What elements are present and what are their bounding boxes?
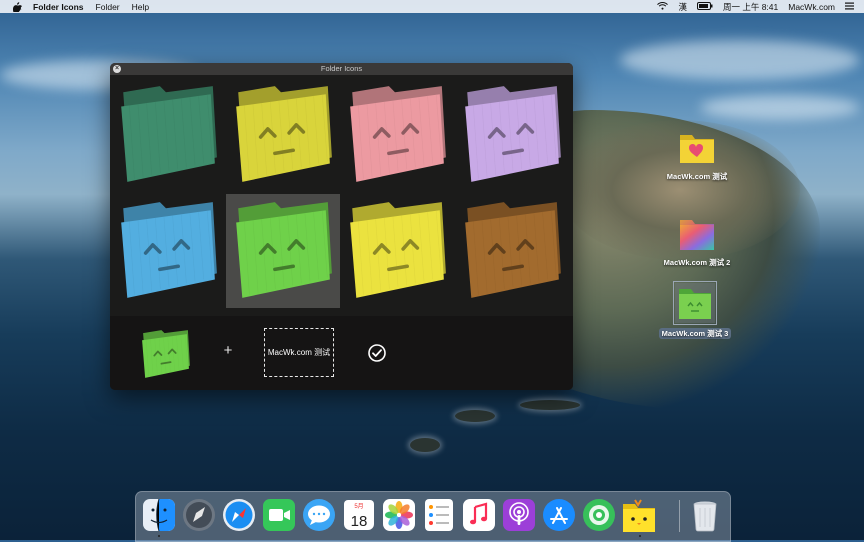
green-face-folder-icon xyxy=(673,281,717,325)
calendar-icon[interactable]: 5月 18 xyxy=(342,498,376,532)
folder-icon xyxy=(142,330,190,378)
menu-bar: Folder Icons Folder Help 漢 周一 上午 8:41 Ma… xyxy=(0,0,864,13)
calendar-month: 5月 xyxy=(354,503,363,510)
folder-style-option[interactable] xyxy=(455,194,569,308)
folder-icon xyxy=(235,86,332,182)
desktop-folder-2-label: MacWk.com 测试 2 xyxy=(663,258,731,267)
folder-style-option[interactable] xyxy=(111,194,225,308)
folder-icons-running-dot xyxy=(639,535,641,537)
sea-rock xyxy=(520,400,580,410)
messages-icon[interactable] xyxy=(302,498,336,532)
trash-icon[interactable] xyxy=(688,498,722,532)
wifi-icon[interactable] xyxy=(657,1,669,12)
selected-style-preview xyxy=(137,326,193,387)
checkmark-icon xyxy=(368,344,386,362)
folder-style-option[interactable] xyxy=(340,194,454,308)
folder-icon xyxy=(350,202,446,298)
menu-help[interactable]: Help xyxy=(132,2,149,12)
folder-icon xyxy=(350,86,446,182)
desktop-folder-1[interactable]: MacWk.com 测试 xyxy=(652,128,742,184)
folder-icon xyxy=(121,202,217,298)
dock-separator xyxy=(679,500,680,532)
folder-style-option[interactable] xyxy=(340,78,454,192)
sea-rock xyxy=(410,438,440,452)
target-folder-dropzone[interactable]: MacWk.com 测试 xyxy=(264,328,334,377)
menu-extras: 漢 周一 上午 8:41 MacWk.com xyxy=(657,0,854,13)
finder-running-dot xyxy=(158,535,160,537)
action-bar: + MacWk.com 测试 xyxy=(110,316,573,390)
user-menu[interactable]: MacWk.com xyxy=(788,2,835,12)
podcasts-icon[interactable] xyxy=(502,498,536,532)
finder-icon[interactable] xyxy=(142,498,176,532)
reminders-icon[interactable] xyxy=(422,498,456,532)
folder-style-option[interactable] xyxy=(225,194,340,308)
clock[interactable]: 周一 上午 8:41 xyxy=(723,1,778,13)
desktop-folder-2[interactable]: MacWk.com 测试 2 xyxy=(652,214,742,270)
cloud xyxy=(620,40,860,80)
close-button[interactable]: × xyxy=(113,65,121,73)
photos-icon[interactable] xyxy=(382,498,416,532)
menu-app-name[interactable]: Folder Icons xyxy=(33,2,84,12)
battery-icon[interactable] xyxy=(696,1,713,12)
dock: 5月 18 xyxy=(135,491,731,542)
find-my-icon[interactable] xyxy=(582,498,616,532)
apple-icon[interactable] xyxy=(12,1,23,12)
safari-icon[interactable] xyxy=(222,498,256,532)
folder-icon xyxy=(464,86,561,182)
input-method-indicator[interactable]: 漢 xyxy=(678,1,687,13)
folder-style-grid xyxy=(110,75,573,316)
window-title: Folder Icons xyxy=(320,64,363,73)
facetime-icon[interactable] xyxy=(262,498,296,532)
desktop-folder-3[interactable]: MacWk.com 测试 3 xyxy=(650,281,740,341)
dropzone-label: MacWk.com 测试 xyxy=(267,348,331,357)
folder-style-option[interactable] xyxy=(455,78,569,192)
calendar-day: 18 xyxy=(351,513,368,530)
music-icon[interactable] xyxy=(462,498,496,532)
gradient-folder-icon xyxy=(680,220,714,250)
folder-style-option[interactable] xyxy=(226,78,340,192)
heart-folder-icon xyxy=(680,135,714,163)
folder-icon xyxy=(464,202,561,298)
desktop-folder-1-label: MacWk.com 测试 xyxy=(666,172,728,181)
desktop-folder-3-label: MacWk.com 测试 3 xyxy=(658,328,732,339)
folder-icons-window: × Folder Icons + MacWk.com 测试 xyxy=(110,63,573,390)
plus-sign: + xyxy=(223,342,233,359)
menu-list-icon[interactable] xyxy=(845,2,854,12)
apply-button[interactable] xyxy=(367,343,387,363)
sea-rock xyxy=(455,410,495,422)
folder-icons-app-icon[interactable] xyxy=(622,498,656,532)
launchpad-icon[interactable] xyxy=(182,498,216,532)
folder-style-option[interactable] xyxy=(111,78,225,192)
menu-folder[interactable]: Folder xyxy=(96,2,120,12)
folder-icon xyxy=(121,86,217,182)
app-store-icon[interactable] xyxy=(542,498,576,532)
folder-icon xyxy=(235,202,332,298)
cloud xyxy=(700,95,860,120)
